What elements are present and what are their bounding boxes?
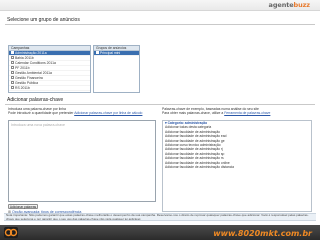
checkbox-icon[interactable] <box>11 51 14 55</box>
campaign-item[interactable]: RS 2011b <box>9 86 90 91</box>
keyword-tool-link[interactable]: Ferramenta de palavras-chave <box>224 111 270 115</box>
important-note: Nota importante: Não podemos garantir qu… <box>4 213 316 221</box>
checkbox-icon[interactable] <box>11 56 14 60</box>
campaign-item-label: Gestão Pública <box>15 81 38 85</box>
campaign-item-label: Gestão Ambiental 2011a <box>15 71 52 75</box>
campaign-item-label: Bahia 2011b <box>15 56 34 60</box>
checkbox-icon[interactable] <box>11 86 14 90</box>
adgroup-item-label: Principal mini <box>100 51 121 55</box>
textarea-placeholder: Introduza uma nova palavra-chave <box>11 123 65 127</box>
add-keywords-button[interactable]: Adicionar palavras <box>8 204 38 209</box>
campaign-item-label: Administração 2011a <box>15 51 47 55</box>
checkbox-icon[interactable] <box>11 61 14 65</box>
keywords-section-title: Adicionar palavras-chave <box>7 97 64 103</box>
suggestions-intro-text: Para obter mais palavras-chave, utilize … <box>162 111 224 116</box>
checkbox-icon[interactable] <box>96 51 99 55</box>
footer-bar: www.8020mkt.com.br <box>0 225 320 240</box>
suggestion-category-label: Categoria: administração <box>167 121 208 125</box>
top-bar: agentebuzz <box>0 0 320 11</box>
suggestion-item[interactable]: Adicionar faculdade de administração dis… <box>163 165 311 169</box>
instructions-line-2-text: Pode introduzir a quantidade que pretend… <box>8 111 74 116</box>
adgroup-item[interactable]: Principal mini <box>94 51 139 56</box>
suggestions-box: ▾ Categoria: administração Adicionar tod… <box>162 120 312 212</box>
brand-logo: agentebuzz <box>268 1 311 9</box>
suggestions-intro: Palavras-chave de exemplo, baseadas numa… <box>162 107 270 116</box>
group-section-title: Selecione um grupo de anúncios <box>7 17 80 23</box>
company-logo-icon <box>4 227 18 238</box>
brand-accent: buzz <box>293 1 311 9</box>
campaign-item-label: PF 2011b <box>15 66 30 70</box>
footer-site-url: www.8020mkt.com.br <box>213 229 312 238</box>
collapse-icon: ▾ <box>165 121 167 125</box>
checkbox-icon[interactable] <box>11 81 14 85</box>
campaign-item-label: Calendar Conditions 2011a <box>15 61 56 65</box>
suggestions-intro-line-2: Para obter mais palavras-chave, utilize … <box>162 111 270 115</box>
adgroups-list[interactable]: Grupos de anúncios Principal mini <box>93 45 140 93</box>
checkbox-icon[interactable] <box>11 71 14 75</box>
checkbox-icon[interactable] <box>11 66 14 70</box>
keywords-textarea[interactable]: Introduza uma nova palavra-chave <box>8 120 156 202</box>
instructions-line-2: Pode introduzir a quantidade que pretend… <box>8 111 142 115</box>
divider <box>5 24 315 25</box>
checkbox-icon[interactable] <box>11 76 14 80</box>
spreadsheet-link[interactable]: Adicionar palavras-chave por linha de cá… <box>74 111 142 115</box>
campaign-item-label: Gestão Financeira <box>15 76 43 80</box>
campaigns-list[interactable]: Campanhas Administração 2011a Bahia 2011b… <box>8 45 91 93</box>
keywords-instructions: Introduza uma palavra-chave por linha Po… <box>8 107 142 116</box>
divider <box>5 104 315 105</box>
campaign-item-label: RS 2011b <box>15 86 30 90</box>
brand-main: agente <box>268 1 294 9</box>
